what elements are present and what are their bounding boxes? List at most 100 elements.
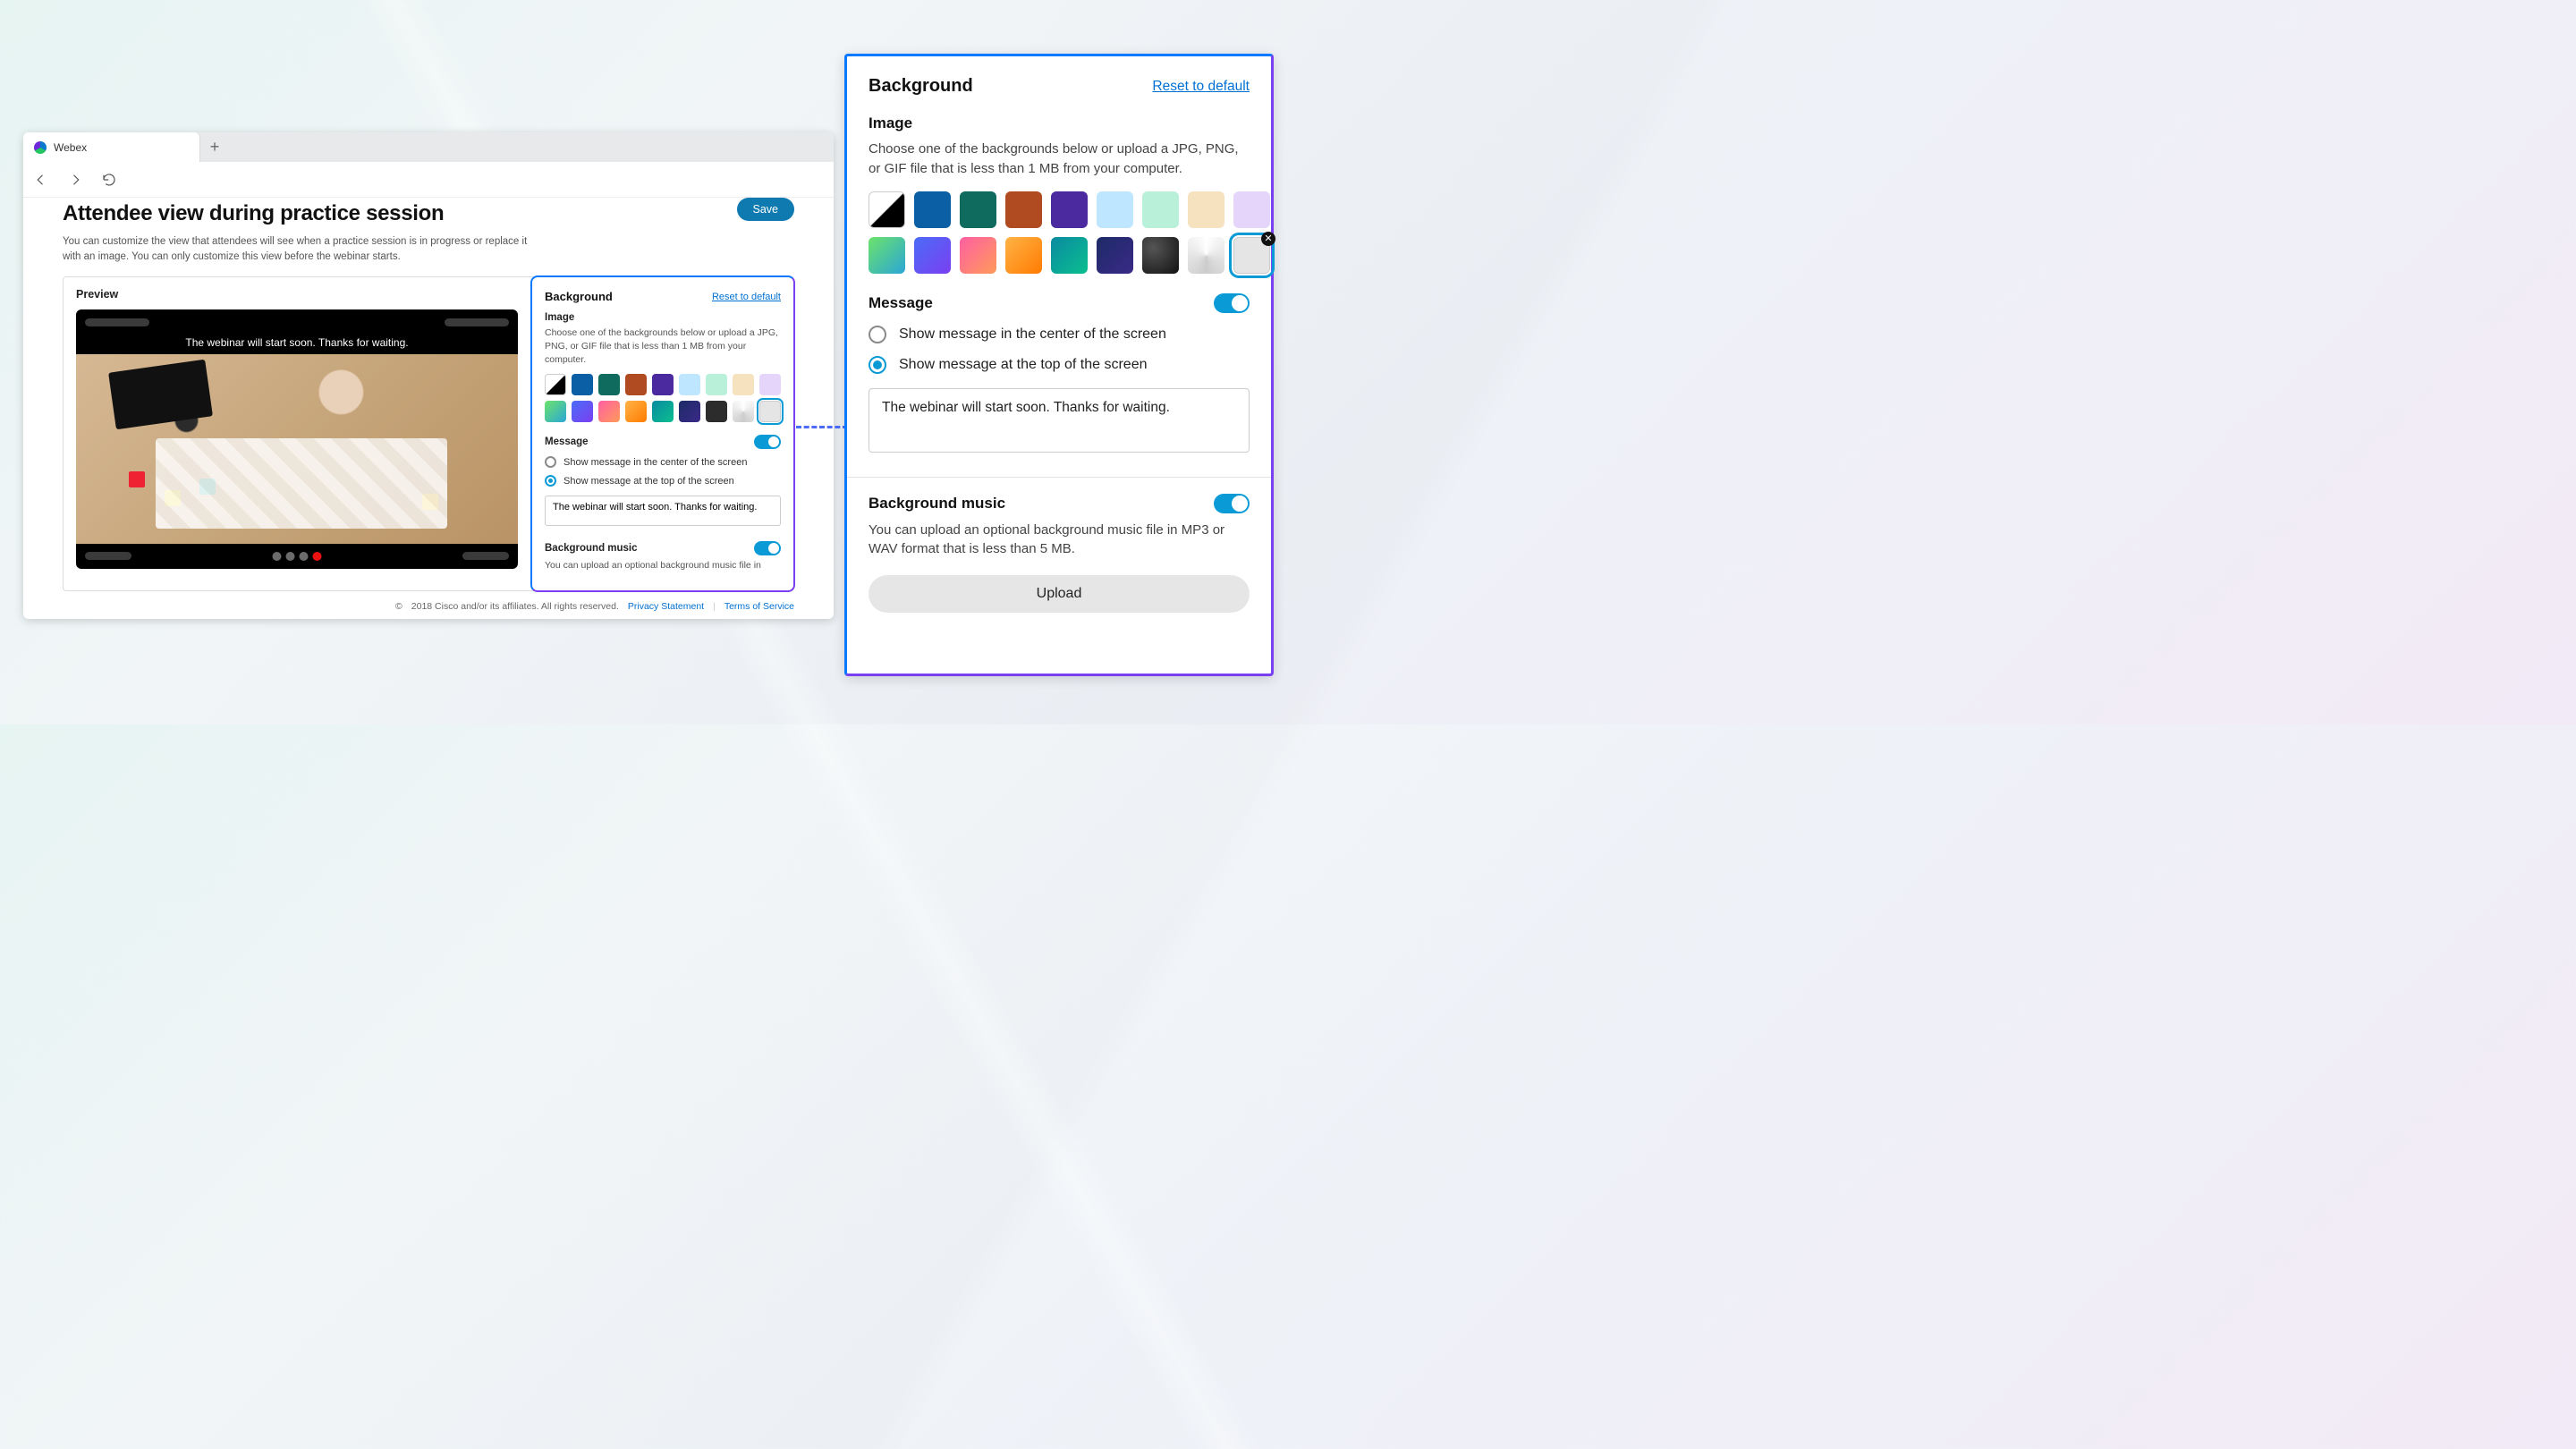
sticky-note-icon [165, 490, 181, 506]
preview-heading: Preview [76, 288, 518, 301]
page-title: Attendee view during practice session [63, 201, 794, 226]
swatch-blue[interactable] [914, 191, 951, 228]
settings-panel-small: Background Reset to default Image Choose… [530, 275, 795, 592]
swatch-grey-selected[interactable] [759, 401, 781, 422]
divider: | [713, 601, 716, 612]
page-content: Save Attendee view during practice sessi… [23, 198, 834, 619]
music-toggle[interactable] [754, 541, 781, 555]
swatch-conic[interactable] [1188, 237, 1224, 274]
preview-ui-bar [445, 318, 509, 326]
zoom-swatches: ✕ [869, 191, 1280, 274]
swatch-navy[interactable] [679, 401, 700, 422]
swatch-default[interactable] [869, 191, 905, 228]
swatch-conic[interactable] [733, 401, 754, 422]
zoom-music-label: Background music [869, 495, 1005, 513]
preview-message: The webinar will start soon. Thanks for … [76, 336, 518, 349]
zoom-radio-top[interactable]: Show message at the top of the screen [869, 356, 1250, 374]
page-subtitle: You can customize the view that attendee… [63, 234, 528, 264]
browser-tab-webex[interactable]: Webex [23, 132, 200, 162]
image-section-desc: Choose one of the backgrounds below or u… [545, 326, 781, 366]
sticky-note-icon [199, 479, 216, 495]
swatch-rust[interactable] [1005, 191, 1042, 228]
swatch-grey-selected[interactable]: ✕ [1233, 237, 1270, 274]
preview-ui-bar [85, 552, 131, 560]
zoom-music-toggle[interactable] [1214, 494, 1250, 513]
zoom-reset-link[interactable]: Reset to default [1152, 79, 1250, 95]
tab-bar: Webex + [23, 132, 834, 162]
nav-bar [23, 162, 834, 198]
swatch-navy[interactable] [1097, 237, 1133, 274]
webex-logo-icon [34, 141, 47, 154]
swatch-lightblue[interactable] [1097, 191, 1133, 228]
swatch-grad-blue[interactable] [572, 401, 593, 422]
zoom-message-input[interactable] [869, 388, 1250, 453]
swatch-default[interactable] [545, 374, 566, 395]
swatch-mint[interactable] [1142, 191, 1179, 228]
swatch-teal[interactable] [598, 374, 620, 395]
new-tab-button[interactable]: + [200, 132, 229, 162]
swatch-sand[interactable] [1188, 191, 1224, 228]
copyright-icon: © [395, 601, 402, 612]
swatch-grad-green[interactable] [869, 237, 905, 274]
swatch-mint[interactable] [706, 374, 727, 395]
swatch-cyan[interactable] [652, 401, 674, 422]
terms-link[interactable]: Terms of Service [724, 601, 794, 612]
swatch-purple[interactable] [1051, 191, 1088, 228]
zoom-message-toggle[interactable] [1214, 293, 1250, 313]
zoom-heading: Background [869, 76, 973, 97]
preview-pane: Preview The webinar will start soon. Tha… [64, 277, 530, 590]
zoom-radio-center[interactable]: Show message in the center of the screen [869, 326, 1250, 343]
zoom-image-desc: Choose one of the backgrounds below or u… [869, 140, 1250, 179]
swatch-grad-orange[interactable] [1005, 237, 1042, 274]
swatch-grad-orange[interactable] [625, 401, 647, 422]
swatch-cyan[interactable] [1051, 237, 1088, 274]
remove-swatch-icon[interactable]: ✕ [1261, 232, 1275, 246]
swatch-teal[interactable] [960, 191, 996, 228]
tab-title: Webex [54, 141, 87, 154]
forward-button[interactable] [66, 171, 84, 189]
message-input[interactable] [545, 496, 781, 526]
swatch-purple[interactable] [652, 374, 674, 395]
copyright-text: 2018 Cisco and/or its affiliates. All ri… [411, 601, 619, 612]
reset-to-default-link[interactable]: Reset to default [712, 292, 781, 302]
message-toggle[interactable] [754, 435, 781, 449]
swatch-dark[interactable] [706, 401, 727, 422]
radio-top[interactable]: Show message at the top of the screen [545, 475, 781, 487]
zoom-message-label: Message [869, 294, 933, 312]
swatch-grad-pink[interactable] [598, 401, 620, 422]
swatch-grad-pink[interactable] [960, 237, 996, 274]
zoom-radio-top-label: Show message at the top of the screen [899, 357, 1148, 373]
preview-ui-bar [85, 318, 149, 326]
pagination-dots[interactable] [273, 552, 322, 561]
zoom-music-desc: You can upload an optional background mu… [869, 521, 1250, 560]
music-section-desc: You can upload an optional background mu… [545, 559, 781, 572]
background-swatches [545, 374, 781, 422]
swatch-lilac[interactable] [1233, 191, 1270, 228]
preview-ui-bar [462, 552, 509, 560]
divider [847, 477, 1271, 478]
preview-image [76, 354, 518, 544]
upload-button[interactable]: Upload [869, 575, 1250, 613]
swatch-grad-green[interactable] [545, 401, 566, 422]
save-button[interactable]: Save [737, 198, 795, 221]
refresh-button[interactable] [100, 171, 118, 189]
swatch-dark[interactable] [1142, 237, 1179, 274]
preview-screen: The webinar will start soon. Thanks for … [76, 309, 518, 569]
swatch-rust[interactable] [625, 374, 647, 395]
back-button[interactable] [32, 171, 50, 189]
preview-card: Preview The webinar will start soon. Tha… [63, 276, 794, 591]
swatch-sand[interactable] [733, 374, 754, 395]
page-footer: © 2018 Cisco and/or its affiliates. All … [23, 601, 834, 612]
sticky-note-icon [129, 471, 145, 487]
swatch-lilac[interactable] [759, 374, 781, 395]
swatch-grad-blue[interactable] [914, 237, 951, 274]
browser-window: Webex + Save Attendee view during practi… [23, 132, 834, 619]
privacy-link[interactable]: Privacy Statement [628, 601, 704, 612]
radio-center[interactable]: Show message in the center of the screen [545, 456, 781, 468]
music-section-label: Background music [545, 543, 638, 554]
settings-heading: Background [545, 290, 613, 303]
radio-center-label: Show message in the center of the screen [564, 457, 747, 468]
swatch-lightblue[interactable] [679, 374, 700, 395]
zoom-image-label: Image [869, 114, 1250, 132]
swatch-blue[interactable] [572, 374, 593, 395]
